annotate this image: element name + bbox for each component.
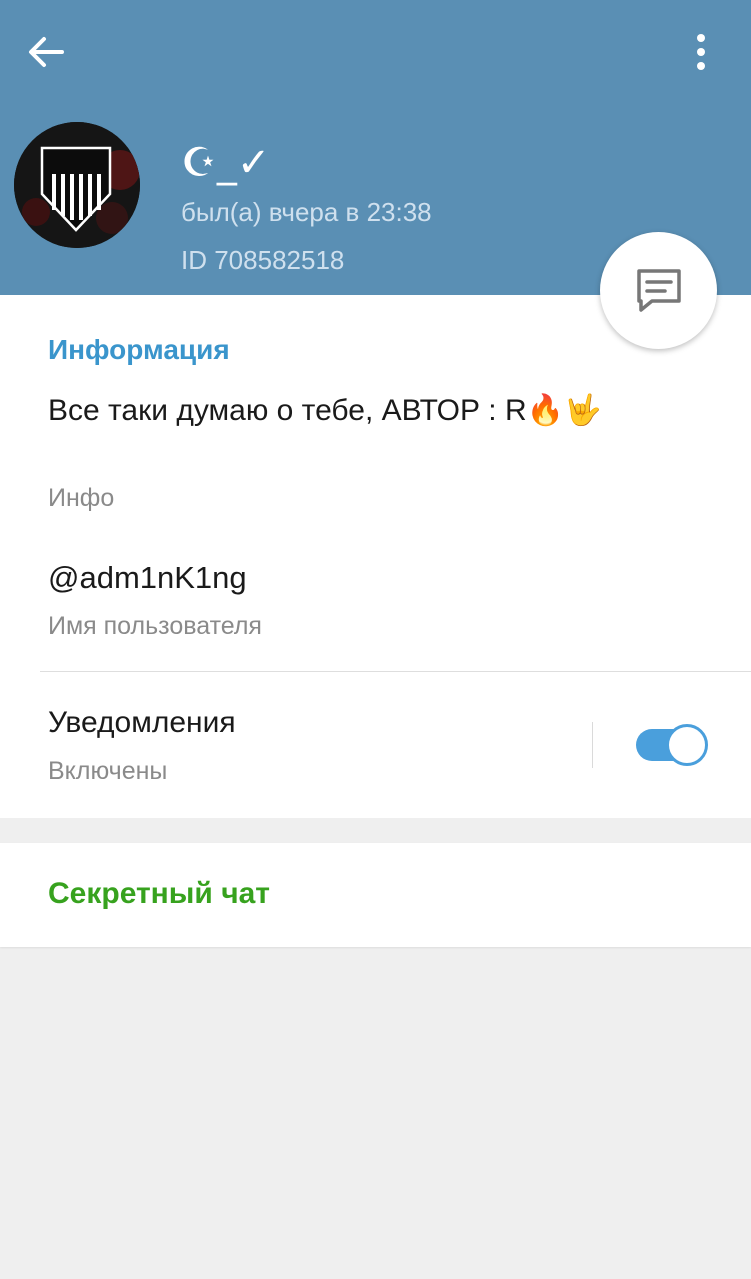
bio-text[interactable]: Все таки думаю о тебе, АВТОР : R🔥🤟 (48, 393, 601, 428)
secret-chat-button[interactable]: Секретный чат (48, 877, 270, 911)
more-vertical-icon[interactable] (686, 30, 716, 74)
section-title: Информация (48, 334, 230, 365)
bio-label: Инфо (48, 484, 115, 512)
vertical-separator (592, 722, 593, 768)
message-button[interactable] (600, 232, 717, 349)
notifications-status: Включены (48, 757, 168, 785)
divider (40, 671, 751, 672)
user-id: ID 708582518 (181, 245, 345, 275)
username-label: Имя пользователя (48, 612, 262, 640)
toggle-knob[interactable] (666, 724, 708, 766)
back-button[interactable] (24, 30, 68, 74)
last-seen-status: был(а) вчера в 23:38 (181, 197, 432, 227)
username[interactable]: @adm1nK1ng (48, 560, 247, 596)
arrow-left-icon (29, 37, 64, 67)
avatar[interactable] (14, 122, 140, 248)
profile-name: ☪_✓ (181, 140, 271, 186)
notifications-label[interactable]: Уведомления (48, 706, 236, 740)
message-icon (636, 268, 681, 312)
